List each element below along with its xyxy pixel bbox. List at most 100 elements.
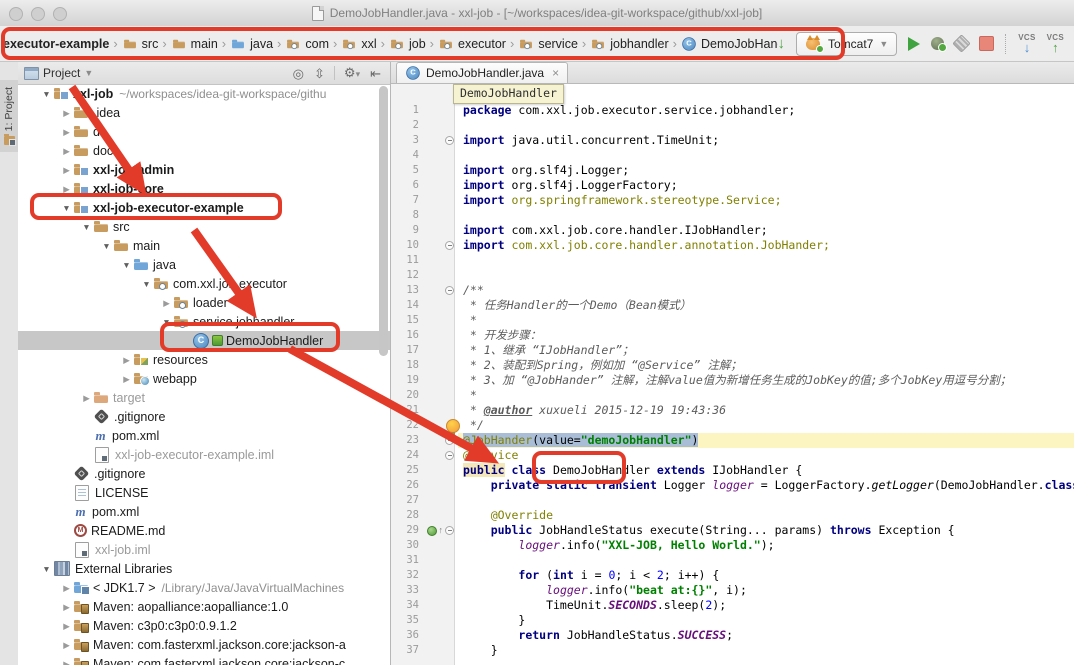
- run-button[interactable]: [908, 37, 920, 51]
- expand-arrow-icon[interactable]: [40, 564, 53, 574]
- expand-arrow-icon[interactable]: [80, 393, 93, 403]
- code-text[interactable]: [458, 253, 1074, 268]
- code-text[interactable]: * 任务Handler的一个Demo（Bean模式）: [458, 298, 1074, 313]
- tree-item--gitignore[interactable]: .gitignore: [18, 464, 390, 483]
- locate-file-icon[interactable]: ◎: [290, 67, 307, 80]
- editor-tab[interactable]: DemoJobHandler.java ×: [396, 62, 568, 83]
- tree-item-loader[interactable]: loader: [18, 293, 390, 312]
- code-text[interactable]: import com.xxl.job.core.handler.IJobHand…: [458, 223, 1074, 238]
- expand-arrow-icon[interactable]: [60, 108, 73, 118]
- tree-item-main[interactable]: main: [18, 236, 390, 255]
- code-text[interactable]: @JobHander(value="demoJobHandler"): [458, 433, 1074, 448]
- fold-marker-icon[interactable]: [445, 286, 454, 295]
- code-text[interactable]: *: [458, 388, 1074, 403]
- tree-item-doc[interactable]: doc: [18, 141, 390, 160]
- code-text[interactable]: import org.slf4j.LoggerFactory;: [458, 178, 1074, 193]
- code-text[interactable]: [458, 208, 1074, 223]
- expand-arrow-icon[interactable]: [60, 659, 73, 665]
- code-text[interactable]: logger.info("beat at:{}", i);: [458, 583, 1074, 598]
- fold-marker-icon[interactable]: [445, 436, 454, 445]
- expand-arrow-icon[interactable]: [40, 89, 53, 99]
- expand-arrow-icon[interactable]: [60, 583, 73, 593]
- code-text[interactable]: import com.xxl.job.core.handler.annotati…: [458, 238, 1074, 253]
- code-text[interactable]: import org.slf4j.Logger;: [458, 163, 1074, 178]
- tree-item-src[interactable]: src: [18, 217, 390, 236]
- code-text[interactable]: * 1、继承 “IJobHandler”；: [458, 343, 1074, 358]
- expand-arrow-icon[interactable]: [60, 184, 73, 194]
- code-text[interactable]: public JobHandleStatus execute(String...…: [458, 523, 1074, 538]
- expand-arrow-icon[interactable]: [60, 203, 73, 213]
- tree-item-java[interactable]: java: [18, 255, 390, 274]
- tree-item--gitignore[interactable]: .gitignore: [18, 407, 390, 426]
- code-text[interactable]: * @author xuxueli 2015-12-19 19:43:36: [458, 403, 1074, 418]
- navigate-down-icon[interactable]: ↓: [778, 36, 786, 51]
- code-text[interactable]: *: [458, 313, 1074, 328]
- chevron-down-icon[interactable]: ▼: [84, 68, 93, 78]
- tree-item-xxl-job-executor-example-iml[interactable]: xxl-job-executor-example.iml: [18, 445, 390, 464]
- expand-arrow-icon[interactable]: [120, 260, 133, 270]
- code-text[interactable]: }: [458, 643, 1074, 658]
- breadcrumb-item-jobhandler[interactable]: jobhandler: [589, 35, 669, 53]
- code-text[interactable]: package com.xxl.job.executor.service.job…: [458, 103, 1074, 118]
- expand-arrow-icon[interactable]: [60, 127, 73, 137]
- expand-arrow-icon[interactable]: [60, 602, 73, 612]
- code-text[interactable]: private static transient Logger logger =…: [458, 478, 1074, 493]
- breadcrumb-item-service[interactable]: service: [517, 35, 579, 53]
- code-text[interactable]: [458, 553, 1074, 568]
- tree-item--jdk1-7-[interactable]: < JDK1.7 >/Library/Java/JavaVirtualMachi…: [18, 578, 390, 597]
- tree-item-xxl-job[interactable]: xxl-job~/workspaces/idea-git-workspace/g…: [18, 84, 390, 103]
- code-text[interactable]: logger.info("XXL-JOB, Hello World.");: [458, 538, 1074, 553]
- expand-arrow-icon[interactable]: [60, 621, 73, 631]
- tree-item-pom-xml[interactable]: pom.xml: [18, 426, 390, 445]
- expand-arrow-icon[interactable]: [120, 355, 133, 365]
- tree-item-com-xxl-job-executor[interactable]: com.xxl.job.executor: [18, 274, 390, 293]
- tree-item-maven-com-fasterxml-jackson-core-jackson-c[interactable]: Maven: com.fasterxml.jackson.core:jackso…: [18, 654, 390, 665]
- tree-item-maven-com-fasterxml-jackson-core-jackson-a[interactable]: Maven: com.fasterxml.jackson.core:jackso…: [18, 635, 390, 654]
- tree-item-xxl-job-executor-example[interactable]: xxl-job-executor-example: [18, 198, 390, 217]
- tree-item-service-jobhandler[interactable]: service.jobhandler: [18, 312, 390, 331]
- expand-arrow-icon[interactable]: [120, 374, 133, 384]
- project-tool-tab[interactable]: 1: Project: [0, 80, 18, 152]
- tree-item-demojobhandler[interactable]: DemoJobHandler: [18, 331, 390, 350]
- vcs-commit-button[interactable]: VCS ↑: [1047, 34, 1064, 54]
- breadcrumb-item-demojobhandler[interactable]: DemoJobHandler: [680, 35, 778, 53]
- fold-marker-icon[interactable]: [445, 526, 454, 535]
- breadcrumb-item-job[interactable]: job: [388, 35, 427, 53]
- code-text[interactable]: import org.springframework.stereotype.Se…: [458, 193, 1074, 208]
- code-text[interactable]: [458, 268, 1074, 283]
- tree-item-db[interactable]: db: [18, 122, 390, 141]
- expand-arrow-icon[interactable]: [60, 640, 73, 650]
- code-text[interactable]: * 开发步骤：: [458, 328, 1074, 343]
- fold-marker-icon[interactable]: [445, 451, 454, 460]
- breadcrumb-item-xxl[interactable]: xxl: [340, 35, 377, 53]
- coverage-button[interactable]: [953, 34, 971, 52]
- hide-panel-icon[interactable]: ⇤: [367, 67, 384, 80]
- code-text[interactable]: for (int i = 0; i < 2; i++) {: [458, 568, 1074, 583]
- code-text[interactable]: import java.util.concurrent.TimeUnit;: [458, 133, 1074, 148]
- tree-item--idea[interactable]: .idea: [18, 103, 390, 122]
- expand-arrow-icon[interactable]: [80, 222, 93, 232]
- code-text[interactable]: return JobHandleStatus.SUCCESS;: [458, 628, 1074, 643]
- tree-item-xxl-job-iml[interactable]: xxl-job.iml: [18, 540, 390, 559]
- code-text[interactable]: public class DemoJobHandler extends IJob…: [458, 463, 1074, 478]
- expand-arrow-icon[interactable]: [160, 317, 173, 327]
- tree-item-external-libraries[interactable]: External Libraries: [18, 559, 390, 578]
- breadcrumb-item-java[interactable]: java: [229, 35, 274, 53]
- intention-bulb-icon[interactable]: [446, 419, 460, 433]
- expand-arrow-icon[interactable]: [140, 279, 153, 289]
- gear-icon[interactable]: ⚙▾: [341, 66, 363, 81]
- tree-item-readme-md[interactable]: README.md: [18, 521, 390, 540]
- project-scrollbar-thumb[interactable]: [379, 86, 388, 356]
- close-tab-icon[interactable]: ×: [552, 66, 559, 80]
- fold-marker-icon[interactable]: [445, 136, 454, 145]
- tree-item-pom-xml[interactable]: pom.xml: [18, 502, 390, 521]
- breadcrumb-item-executor-example[interactable]: executor-example: [2, 36, 110, 52]
- tree-item-xxl-job-core[interactable]: xxl-job-core: [18, 179, 390, 198]
- code-text[interactable]: /**: [458, 283, 1074, 298]
- run-configuration-select[interactable]: Tomcat7 ▼: [796, 32, 897, 56]
- code-text[interactable]: [458, 148, 1074, 163]
- debug-button[interactable]: [931, 37, 944, 50]
- code-text[interactable]: TimeUnit.SECONDS.sleep(2);: [458, 598, 1074, 613]
- code-text[interactable]: */: [458, 418, 1074, 433]
- collapse-all-icon[interactable]: ⇳: [311, 67, 328, 80]
